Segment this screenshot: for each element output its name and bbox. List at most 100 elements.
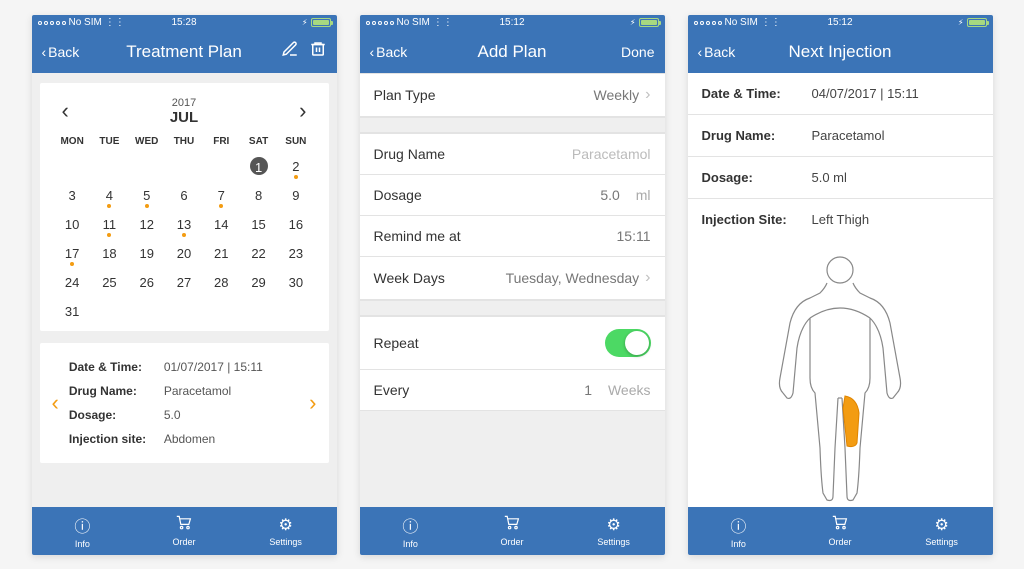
cal-weekday: TUE <box>91 136 128 147</box>
trash-icon[interactable] <box>309 40 327 63</box>
wifi-icon: ⋮⋮ <box>105 17 125 28</box>
cal-day[interactable]: 9 <box>277 186 314 205</box>
cal-day[interactable]: 2 <box>277 157 314 176</box>
back-button[interactable]: ‹Back <box>698 44 736 60</box>
back-label: Back <box>376 44 407 60</box>
nav-bar: ‹ Back Treatment Plan <box>32 31 337 73</box>
calendar-grid: MONTUEWEDTHUFRISATSUN 123456789101112131… <box>54 136 315 321</box>
cal-day[interactable]: 10 <box>54 215 91 234</box>
detail-drug-value: Paracetamol <box>164 384 231 398</box>
cal-day <box>165 157 202 176</box>
cal-day[interactable]: 1 <box>240 157 277 176</box>
cal-day[interactable]: 20 <box>165 244 202 263</box>
cal-weekday: MON <box>54 136 91 147</box>
row-plan-type[interactable]: Plan Type Weekly› <box>360 74 665 117</box>
row-dosage[interactable]: Dosage 5.0 ml <box>360 175 665 216</box>
cal-day[interactable]: 31 <box>54 302 91 321</box>
tab-info[interactable]: ⓘInfo <box>360 507 462 555</box>
chevron-right-icon: › <box>645 86 650 104</box>
row-drug: Drug Name: Paracetamol <box>688 115 993 157</box>
row-every[interactable]: Every 1 Weeks <box>360 370 665 411</box>
detail-datetime-label: Date & Time: <box>69 360 164 374</box>
every-unit: Weeks <box>608 382 651 398</box>
status-time: 15:28 <box>171 17 196 28</box>
cal-day[interactable]: 4 <box>91 186 128 205</box>
cal-day[interactable]: 7 <box>203 186 240 205</box>
cal-weekday: THU <box>165 136 202 147</box>
gear-icon: ⚙ <box>279 515 293 535</box>
cal-day[interactable]: 18 <box>91 244 128 263</box>
site-label: Injection Site: <box>702 212 812 227</box>
cal-day[interactable]: 27 <box>165 273 202 292</box>
tab-bar: ⓘInfo Order ⚙Settings <box>360 507 665 555</box>
cal-month: JUL <box>170 109 198 126</box>
back-button[interactable]: ‹Back <box>370 44 408 60</box>
tab-settings[interactable]: ⚙Settings <box>235 507 337 555</box>
cal-day[interactable]: 24 <box>54 273 91 292</box>
dosage-label: Dosage: <box>702 170 812 185</box>
tab-order[interactable]: Order <box>789 507 891 555</box>
cal-day[interactable]: 14 <box>203 215 240 234</box>
cal-day[interactable]: 16 <box>277 215 314 234</box>
back-button[interactable]: ‹ Back <box>42 44 80 60</box>
row-site: Injection Site: Left Thigh <box>688 199 993 240</box>
cart-icon <box>174 514 194 535</box>
tab-order[interactable]: Order <box>461 507 563 555</box>
cal-next-button[interactable]: › <box>299 98 306 124</box>
cal-day[interactable]: 19 <box>128 244 165 263</box>
drug-value: Paracetamol <box>812 128 885 143</box>
content-area: ‹ 2017 JUL › MONTUEWEDTHUFRISATSUN 12345… <box>32 73 337 507</box>
row-drug-name[interactable]: Drug Name Paracetamol <box>360 134 665 175</box>
gear-icon: ⚙ <box>607 515 621 535</box>
every-label: Every <box>374 382 410 398</box>
detail-prev-button[interactable]: ‹ <box>50 390 61 416</box>
tab-info[interactable]: ⓘInfo <box>32 507 134 555</box>
repeat-label: Repeat <box>374 335 419 351</box>
cal-year: 2017 <box>170 97 198 109</box>
tab-info[interactable]: ⓘInfo <box>688 507 790 555</box>
cal-day[interactable]: 8 <box>240 186 277 205</box>
cal-prev-button[interactable]: ‹ <box>62 98 69 124</box>
cal-day[interactable]: 17 <box>54 244 91 263</box>
tab-settings[interactable]: ⚙Settings <box>891 507 993 555</box>
cal-day[interactable]: 26 <box>128 273 165 292</box>
cal-day[interactable]: 13 <box>165 215 202 234</box>
cal-day[interactable]: 25 <box>91 273 128 292</box>
chevron-left-icon: ‹ <box>370 44 375 60</box>
wifi-icon: ⋮⋮ <box>761 17 781 28</box>
edit-icon[interactable] <box>281 40 299 63</box>
screen-add-plan: No SIM ⋮⋮ 15:12 ⚡︎ ‹Back Add Plan Done P… <box>360 15 665 555</box>
cal-day[interactable]: 11 <box>91 215 128 234</box>
cal-day[interactable]: 3 <box>54 186 91 205</box>
info-icon: ⓘ <box>730 513 746 537</box>
drug-label: Drug Name: <box>702 128 812 143</box>
cal-day[interactable]: 21 <box>203 244 240 263</box>
cal-day[interactable]: 29 <box>240 273 277 292</box>
cal-day[interactable]: 15 <box>240 215 277 234</box>
tab-info-label: Info <box>75 539 90 549</box>
row-remind[interactable]: Remind me at 15:11 <box>360 216 665 257</box>
done-button[interactable]: Done <box>621 44 654 60</box>
detail-site-label: Injection site: <box>69 432 164 446</box>
cal-day <box>203 157 240 176</box>
cal-day[interactable]: 22 <box>240 244 277 263</box>
cal-day[interactable]: 28 <box>203 273 240 292</box>
repeat-toggle[interactable] <box>605 329 651 357</box>
tab-order[interactable]: Order <box>133 507 235 555</box>
tab-settings[interactable]: ⚙Settings <box>563 507 665 555</box>
remind-label: Remind me at <box>374 228 461 244</box>
cal-weekday: FRI <box>203 136 240 147</box>
body-figure[interactable] <box>688 240 993 507</box>
cal-day[interactable]: 6 <box>165 186 202 205</box>
cal-weekday: SAT <box>240 136 277 147</box>
cal-day[interactable]: 12 <box>128 215 165 234</box>
status-time: 15:12 <box>499 17 524 28</box>
cal-day[interactable]: 23 <box>277 244 314 263</box>
detail-drug-label: Drug Name: <box>69 384 164 398</box>
cal-day[interactable]: 5 <box>128 186 165 205</box>
detail-next-button[interactable]: › <box>307 390 318 416</box>
row-weekdays[interactable]: Week Days Tuesday, Wednesday› <box>360 257 665 300</box>
cal-day <box>165 302 202 321</box>
cal-day[interactable]: 30 <box>277 273 314 292</box>
page-title: Add Plan <box>478 42 547 62</box>
